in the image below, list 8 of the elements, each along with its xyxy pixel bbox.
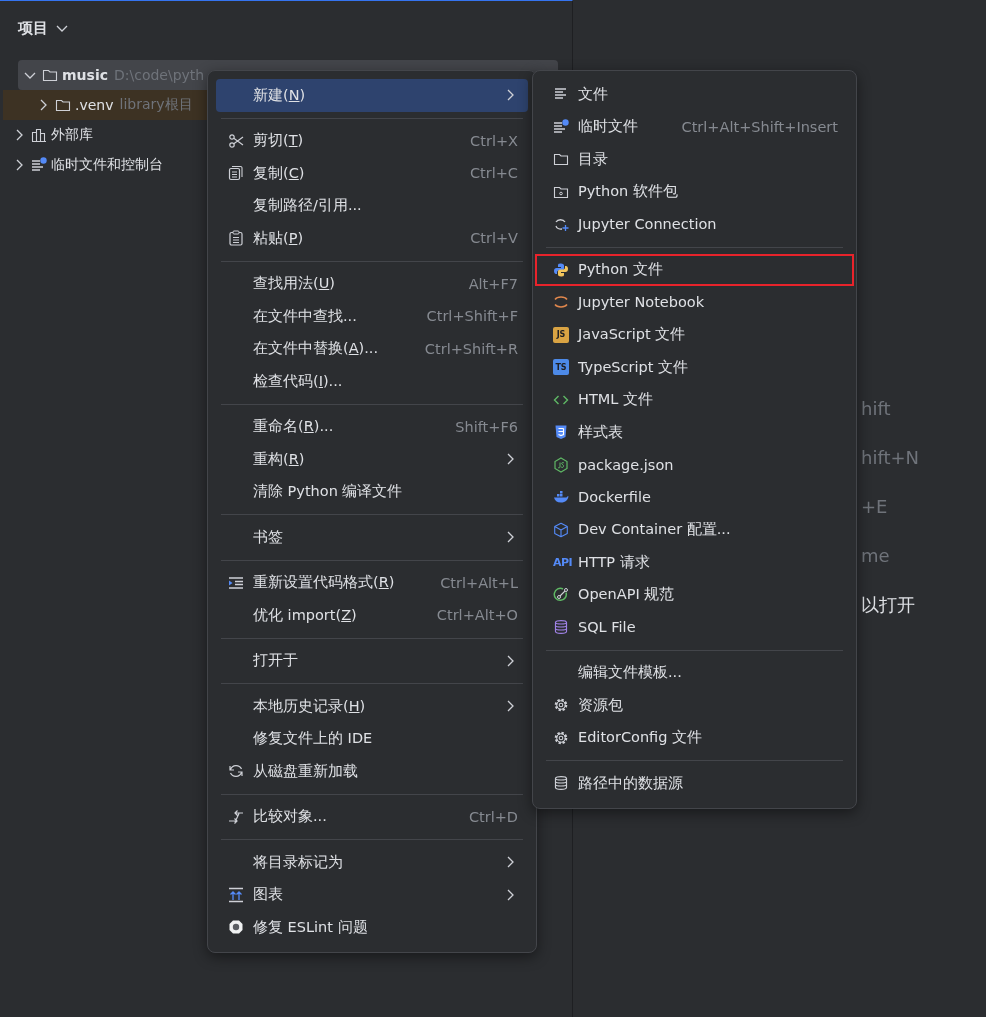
editor-hint: 以打开	[861, 593, 916, 617]
file-type-icon: API	[553, 555, 573, 569]
file-type-icon: TS	[553, 359, 569, 376]
file-type-icon: JS	[553, 326, 569, 343]
editor-hint: hift+N	[861, 446, 921, 470]
editor-hint: +E	[861, 495, 889, 519]
editor-hint: hift	[861, 397, 892, 421]
editor-hint: me	[861, 544, 891, 568]
